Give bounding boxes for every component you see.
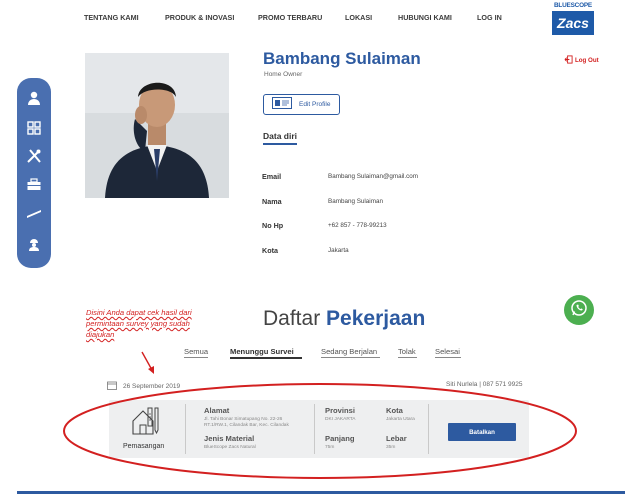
profile-photo — [85, 53, 229, 198]
jobs-title-bold: Pekerjaan — [326, 307, 426, 330]
tab-selesai[interactable]: Selesai — [435, 347, 460, 356]
logout-label: Log Out — [575, 57, 599, 64]
whatsapp-button[interactable] — [564, 295, 594, 325]
field-value-email: Bambang Sulaiman@gmail.com — [328, 173, 419, 180]
annotation-arrow — [141, 351, 154, 374]
annotation-text: Disini Anda dapat cek hasil dari permint… — [86, 308, 192, 339]
logout-button[interactable]: Log Out — [564, 55, 599, 66]
nav-lokasi[interactable]: LOKASI — [345, 13, 372, 22]
toolbox-icon[interactable] — [24, 174, 44, 194]
field-label-nama: Nama — [262, 197, 282, 206]
tab-underline-sedang-berjalan — [321, 357, 380, 358]
field-value-nama: Bambang Sulaiman — [328, 198, 383, 205]
user-icon[interactable] — [24, 88, 44, 108]
tab-tolak[interactable]: Tolak — [398, 347, 416, 356]
profile-role: Home Owner — [264, 71, 303, 78]
nav-produk-inovasi[interactable]: PRODUK & INOVASI — [165, 13, 234, 22]
field-value-kota: Jakarta — [328, 247, 349, 254]
logout-icon — [564, 55, 573, 66]
field-label-kota: Kota — [262, 246, 278, 255]
nav-log-in[interactable]: LOG IN — [477, 13, 502, 22]
tab-semua[interactable]: Semua — [184, 347, 208, 356]
annotation-ellipse — [63, 383, 577, 479]
logo-top-text: BLUESCOPE — [554, 2, 592, 9]
tab-sedang-berjalan[interactable]: Sedang Berjalan — [321, 347, 377, 356]
tab-menunggu-survei[interactable]: Menunggu Survei — [230, 347, 294, 356]
bluescope-zacs-logo[interactable]: BLUESCOPE Zacs — [549, 2, 597, 36]
jobs-title-plain: Daftar — [263, 307, 321, 330]
sidebar — [17, 78, 51, 268]
roof-icon[interactable] — [24, 203, 44, 223]
section-title-data-diri[interactable]: Data diri — [263, 131, 297, 141]
edit-profile-button[interactable]: Edit Profile — [263, 94, 340, 115]
field-label-no-hp: No Hp — [262, 221, 284, 230]
tab-underline-selesai — [435, 357, 461, 358]
id-card-icon — [272, 96, 292, 114]
tab-underline-active — [230, 357, 302, 359]
tools-icon[interactable] — [24, 146, 44, 166]
profile-name: Bambang Sulaiman — [263, 49, 421, 68]
whatsapp-icon — [570, 299, 588, 322]
field-label-email: Email — [262, 172, 282, 181]
nav-tentang-kami[interactable]: TENTANG KAMI — [84, 13, 139, 22]
jobs-title: Daftar Pekerjaan — [263, 307, 425, 331]
worker-icon[interactable] — [24, 234, 44, 254]
edit-profile-label: Edit Profile — [299, 101, 331, 108]
field-value-no-hp: +62 857 - 778-99213 — [328, 222, 387, 229]
tab-underline-semua — [184, 357, 208, 358]
logo-brand-text: Zacs — [552, 11, 594, 35]
tab-underline-tolak — [398, 357, 417, 358]
nav-promo-terbaru[interactable]: PROMO TERBARU — [258, 13, 322, 22]
nav-hubungi-kami[interactable]: HUBUNGI KAMI — [398, 13, 452, 22]
grid-icon[interactable] — [24, 118, 44, 138]
section-underline — [263, 143, 297, 145]
